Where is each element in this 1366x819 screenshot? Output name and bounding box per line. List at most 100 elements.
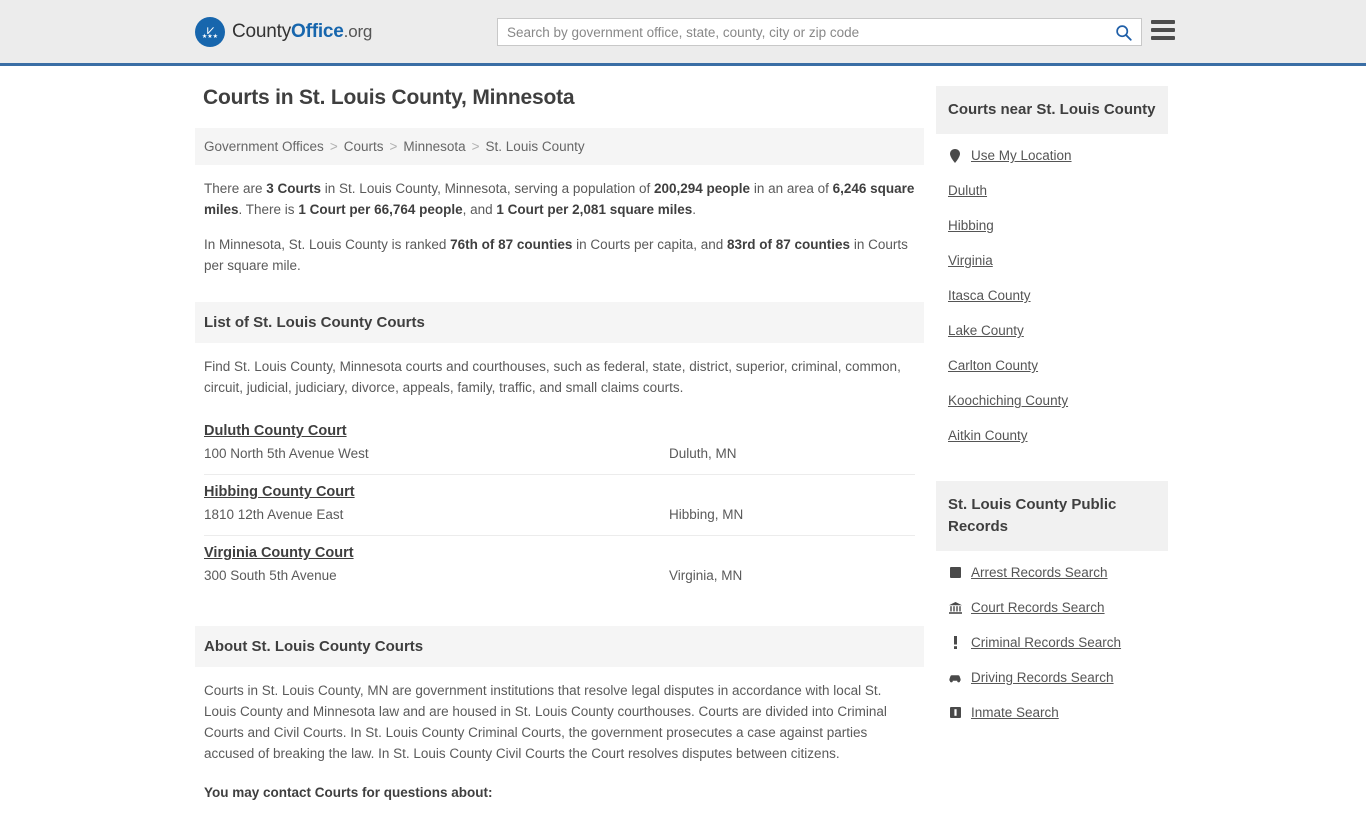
list-section-description-wrap: Find St. Louis County, Minnesota courts …	[195, 343, 924, 398]
sidebar-item-label: Carlton County	[948, 358, 1039, 373]
courthouse-icon	[948, 601, 962, 614]
sidebar-item-inmate-search[interactable]: Inmate Search	[936, 705, 1168, 720]
stat-population: 200,294 people	[654, 181, 751, 196]
sidebar-item-aitkin-county[interactable]: Aitkin County	[936, 428, 1168, 443]
main-content: Courts in St. Louis County, Minnesota Go…	[195, 66, 924, 819]
sidebar-item-itasca-county[interactable]: Itasca County	[936, 288, 1168, 303]
table-row[interactable]: Virginia County Court 300 South 5th Aven…	[204, 536, 915, 596]
sidebar-item-label: Inmate Search	[971, 705, 1059, 720]
sidebar-item-label: Criminal Records Search	[971, 635, 1122, 650]
sidebar-item-virginia[interactable]: Virginia	[936, 253, 1168, 268]
stat-text-6: .	[692, 202, 697, 217]
sidebar-item-label: Hibbing	[948, 218, 994, 233]
logo-stars-glyph: ★★★	[201, 34, 219, 40]
court-detail-line: 1810 12th Avenue East Hibbing, MN	[204, 507, 915, 522]
table-row[interactable]: Duluth County Court 100 North 5th Avenue…	[204, 414, 915, 475]
hamburger-menu-icon[interactable]	[1151, 20, 1175, 40]
search-bar	[497, 18, 1142, 46]
sidebar: Courts near St. Louis County Use My Loca…	[936, 66, 1168, 819]
stat-text-3: in an area of	[750, 181, 833, 196]
sidebar-item-label: Aitkin County	[948, 428, 1028, 443]
records-list: Arrest Records Search Court Records Sear…	[936, 551, 1168, 748]
sidebar-item-court-records-search[interactable]: Court Records Search	[936, 600, 1168, 615]
sidebar-item-hibbing[interactable]: Hibbing	[936, 218, 1168, 233]
court-address: 1810 12th Avenue East	[204, 507, 344, 522]
site-logo[interactable]: ⩗ ★★★ CountyOffice.org	[195, 16, 372, 47]
breadcrumb-item-minnesota[interactable]: Minnesota	[403, 139, 465, 154]
list-section-heading: List of St. Louis County Courts	[195, 302, 924, 343]
sidebar-item-arrest-records-search[interactable]: Arrest Records Search	[936, 565, 1168, 580]
about-paragraph: Courts in St. Louis County, MN are gover…	[204, 683, 887, 761]
sidebar-item-use-my-location[interactable]: Use My Location	[936, 148, 1168, 163]
sidebar-item-carlton-county[interactable]: Carlton County	[936, 358, 1168, 373]
sidebar-item-label: Koochiching County	[948, 393, 1069, 408]
sidebar-item-label: Use My Location	[971, 148, 1072, 163]
sidebar-item-koochiching-county[interactable]: Koochiching County	[936, 393, 1168, 408]
court-address: 100 North 5th Avenue West	[204, 446, 369, 461]
stat-text-2: in St. Louis County, Minnesota, serving …	[321, 181, 654, 196]
sidebar-item-label: Duluth	[948, 183, 988, 198]
rank-text-1: In Minnesota, St. Louis County is ranked	[204, 237, 451, 252]
breadcrumb-item-courts[interactable]: Courts	[344, 139, 384, 154]
stat-text-5: , and	[462, 202, 497, 217]
breadcrumb-item-st-louis-county: St. Louis County	[485, 139, 585, 154]
court-list: Duluth County Court 100 North 5th Avenue…	[195, 414, 924, 596]
court-name-link[interactable]: Hibbing County Court	[204, 484, 355, 500]
search-button[interactable]	[1105, 19, 1141, 45]
logo-text-part2: Office	[291, 20, 344, 42]
rank-per-capita: 76th of 87 counties	[450, 237, 573, 252]
court-address: 300 South 5th Avenue	[204, 568, 337, 583]
nearby-section-heading: Courts near St. Louis County	[936, 86, 1168, 134]
rank-text-2: in Courts per capita, and	[572, 237, 728, 252]
sidebar-item-criminal-records-search[interactable]: Criminal Records Search	[936, 635, 1168, 650]
sidebar-item-driving-records-search[interactable]: Driving Records Search	[936, 670, 1168, 685]
court-detail-line: 100 North 5th Avenue West Duluth, MN	[204, 446, 915, 461]
stat-text-4: . There is	[238, 202, 299, 217]
logo-text-part3: .org	[343, 21, 373, 41]
page-body: Courts in St. Louis County, Minnesota Go…	[0, 66, 1366, 819]
sidebar-item-label: Court Records Search	[971, 600, 1105, 615]
eagle-badge-icon: ⩗ ★★★	[195, 16, 225, 47]
sidebar-item-label: Arrest Records Search	[971, 565, 1108, 580]
court-name-link[interactable]: Virginia County Court	[204, 545, 354, 561]
nearby-list: Use My Location Duluth Hibbing Virginia …	[936, 134, 1168, 471]
court-name-link[interactable]: Duluth County Court	[204, 423, 347, 439]
breadcrumb-separator: >	[389, 139, 398, 154]
court-city: Duluth, MN	[669, 446, 737, 461]
hamburger-bar-1	[1151, 20, 1175, 24]
search-input[interactable]	[498, 19, 1105, 45]
records-section-heading: St. Louis County Public Records	[936, 481, 1168, 551]
table-row[interactable]: Hibbing County Court 1810 12th Avenue Ea…	[204, 475, 915, 536]
site-header: ⩗ ★★★ CountyOffice.org	[0, 0, 1366, 66]
stat-text-1: There are	[204, 181, 267, 196]
hamburger-bar-3	[1151, 36, 1175, 40]
logo-text-part1: County	[232, 20, 292, 42]
logo-wings-glyph: ⩗	[206, 22, 214, 37]
fingerprint-square-icon	[948, 567, 962, 578]
car-icon	[948, 673, 962, 683]
statistics-paragraph-2: In Minnesota, St. Louis County is ranked…	[204, 234, 915, 276]
logo-text: CountyOffice.org	[232, 21, 372, 43]
court-city: Hibbing, MN	[669, 507, 744, 522]
map-pin-icon	[948, 148, 962, 163]
breadcrumb-separator: >	[471, 139, 480, 154]
stat-court-count: 3 Courts	[266, 181, 322, 196]
sidebar-item-lake-county[interactable]: Lake County	[936, 323, 1168, 338]
search-icon	[1115, 24, 1132, 41]
sidebar-item-duluth[interactable]: Duluth	[936, 183, 1168, 198]
breadcrumb-item-government-offices[interactable]: Government Offices	[204, 139, 324, 154]
breadcrumb: Government Offices > Courts > Minnesota …	[195, 128, 924, 165]
sidebar-item-label: Itasca County	[948, 288, 1031, 303]
list-section-description: Find St. Louis County, Minnesota courts …	[204, 359, 901, 395]
sidebar-item-label: Virginia	[948, 253, 993, 268]
rank-per-square-mile: 83rd of 87 counties	[727, 237, 851, 252]
inmate-icon	[948, 707, 962, 718]
hamburger-bar-2	[1151, 28, 1175, 32]
about-section-heading: About St. Louis County Courts	[195, 626, 924, 667]
statistics-section: There are 3 Courts in St. Louis County, …	[195, 165, 924, 294]
exclamation-icon	[948, 636, 962, 649]
court-city: Virginia, MN	[669, 568, 743, 583]
stat-per-people: 1 Court per 66,764 people	[298, 202, 463, 217]
sidebar-item-label: Driving Records Search	[971, 670, 1114, 685]
sidebar-item-label: Lake County	[948, 323, 1024, 338]
